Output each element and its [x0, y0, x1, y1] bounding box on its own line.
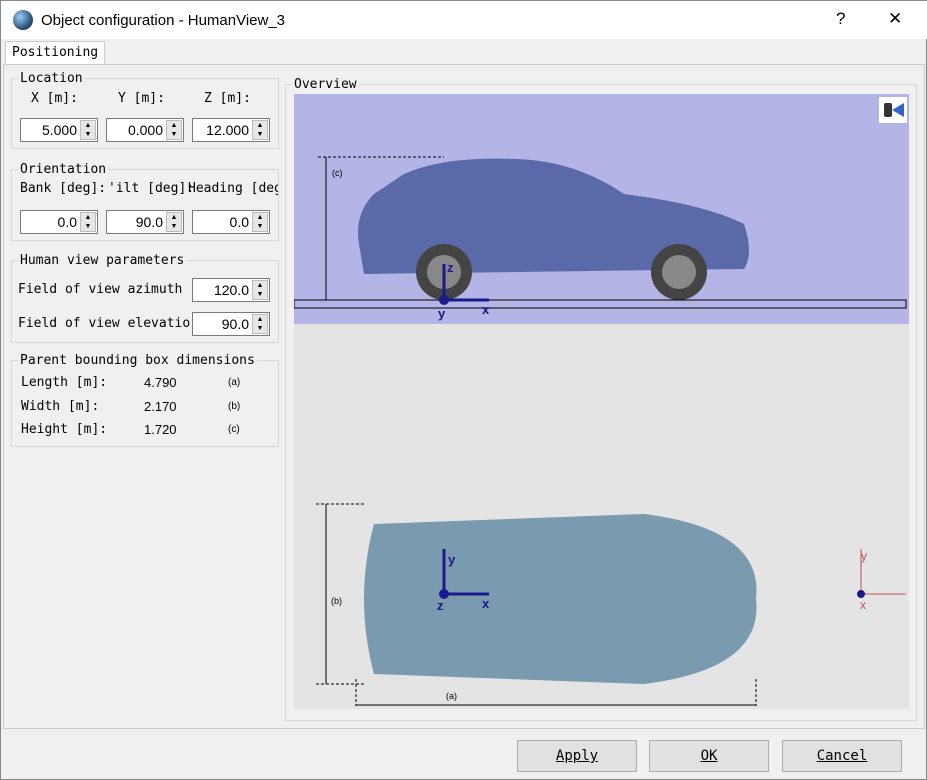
top-z-label: z — [437, 598, 444, 613]
elevation-label: Field of view elevation — [18, 316, 190, 331]
spin-arrows-icon[interactable]: ▲ ▼ — [166, 212, 182, 232]
length-value: 4.790 — [144, 375, 177, 390]
elevation-input[interactable]: 90.0 ▲ ▼ — [192, 312, 270, 336]
y-input[interactable]: 0.000 ▲ ▼ — [106, 118, 184, 142]
spin-arrows-icon[interactable]: ▲ ▼ — [80, 212, 96, 232]
apply-button[interactable]: Apply — [517, 740, 637, 772]
y-label: Y [m]: — [118, 91, 165, 106]
y-value: 0.000 — [127, 122, 163, 138]
length-tag-label: (a) — [446, 691, 457, 701]
top-car-image — [364, 514, 757, 684]
tilt-label: 'ilt [deg]: — [108, 181, 195, 196]
azimuth-label: Field of view azimuth [ — [18, 282, 190, 297]
title-bar: Object configuration - HumanView_3 ? ✕ — [1, 1, 927, 39]
tilt-value: 90.0 — [135, 214, 163, 230]
camera-x-label: x — [860, 598, 866, 612]
heading-label: Heading [deg — [188, 181, 278, 196]
window-title: Object configuration - HumanView_3 — [41, 11, 286, 29]
x-label: X [m]: — [31, 91, 78, 106]
x-value: 5.000 — [41, 122, 77, 138]
camera-y-label: y — [861, 549, 867, 563]
help-button[interactable]: ? — [836, 9, 845, 29]
width-tag: (b) — [228, 401, 241, 412]
width-tag-label: (b) — [331, 596, 342, 606]
app-logo-icon — [13, 10, 33, 30]
elevation-value: 90.0 — [221, 316, 249, 332]
width-value: 2.170 — [144, 399, 177, 414]
height-value: 1.720 — [144, 422, 177, 437]
overview-canvas: (c) z y x (b) (a) y z x y x — [294, 94, 909, 709]
bank-value: 0.0 — [57, 214, 77, 230]
overview-legend: Overview — [294, 77, 357, 92]
width-label: Width [m]: — [21, 399, 100, 414]
spin-arrows-icon[interactable]: ▲ ▼ — [252, 120, 268, 140]
side-x-label: x — [482, 302, 490, 317]
azimuth-value: 120.0 — [213, 282, 249, 298]
length-label: Length [m]: — [21, 375, 108, 390]
spin-arrows-icon[interactable]: ▲ ▼ — [252, 314, 268, 334]
close-button[interactable]: ✕ — [888, 9, 902, 29]
height-label: Height [m]: — [21, 422, 108, 437]
z-value: 12.000 — [206, 122, 249, 138]
z-input[interactable]: 12.000 ▲ ▼ — [192, 118, 270, 142]
x-input[interactable]: 5.000 ▲ ▼ — [20, 118, 98, 142]
orientation-legend: Orientation — [20, 162, 107, 177]
azimuth-input[interactable]: 120.0 ▲ ▼ — [192, 278, 270, 302]
tilt-input[interactable]: 90.0 ▲ ▼ — [106, 210, 184, 234]
ok-button[interactable]: OK — [649, 740, 769, 772]
human-view-legend: Human view parameters — [20, 253, 185, 268]
height-tag: (c) — [228, 424, 240, 435]
spin-arrows-icon[interactable]: ▲ ▼ — [166, 120, 182, 140]
height-tag-label: (c) — [332, 168, 343, 178]
heading-value: 0.0 — [229, 214, 249, 230]
location-legend: Location — [20, 71, 83, 86]
spin-arrows-icon[interactable]: ▲ ▼ — [252, 212, 268, 232]
spin-arrows-icon[interactable]: ▲ ▼ — [80, 120, 96, 140]
length-tag: (a) — [228, 377, 241, 388]
bank-input[interactable]: 0.0 ▲ ▼ — [20, 210, 98, 234]
spin-arrows-icon[interactable]: ▲ ▼ — [252, 280, 268, 300]
heading-input[interactable]: 0.0 ▲ ▼ — [192, 210, 270, 234]
z-label: Z [m]: — [204, 91, 251, 106]
side-z-label: z — [447, 260, 454, 275]
tab-positioning[interactable]: Positioning — [5, 41, 106, 65]
side-y-label: y — [438, 306, 446, 321]
bank-label: Bank [deg]: — [20, 181, 107, 196]
top-x-label: x — [482, 596, 490, 611]
cancel-button[interactable]: Cancel — [782, 740, 902, 772]
top-y-label: y — [448, 552, 456, 567]
bbox-legend: Parent bounding box dimensions — [20, 353, 255, 368]
camera-icon — [879, 97, 907, 123]
